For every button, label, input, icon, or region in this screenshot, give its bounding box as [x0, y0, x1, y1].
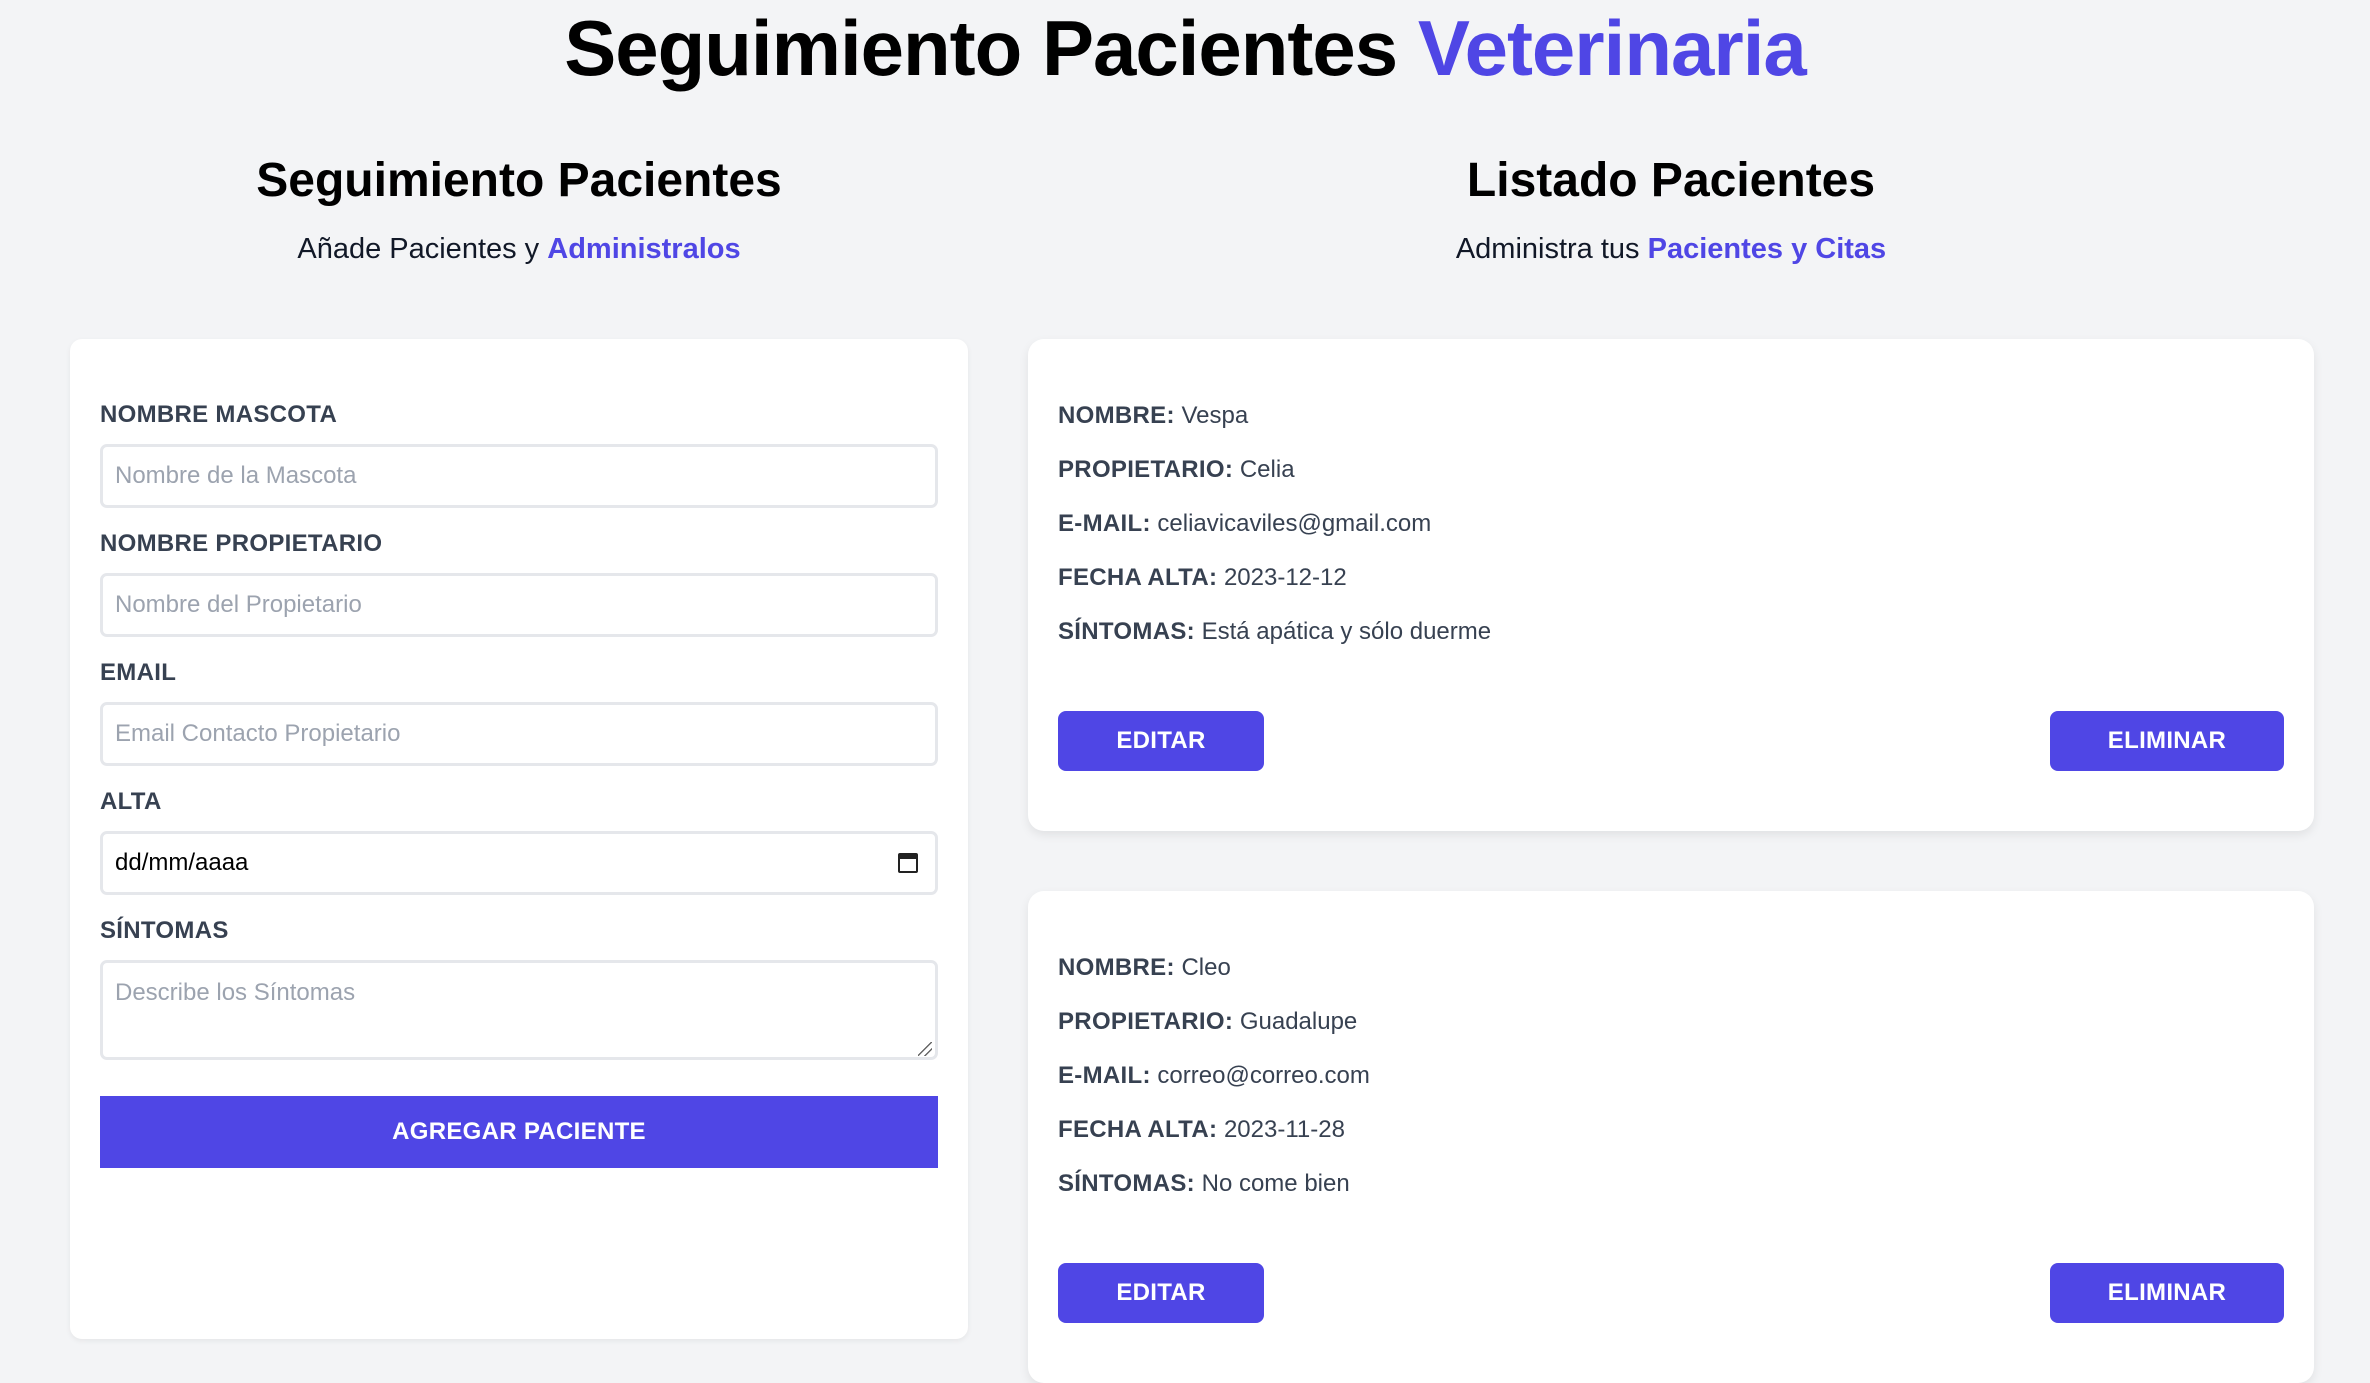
- patient-email-value: celiavicaviles@gmail.com: [1157, 510, 1432, 537]
- patient-date-label: FECHA ALTA:: [1058, 1116, 1218, 1143]
- patient-form: NOMBRE MASCOTA NOMBRE PROPIETARIO EMAIL …: [70, 339, 968, 1339]
- patient-name-value: Vespa: [1181, 402, 1249, 429]
- form-section-header: Seguimiento Pacientes Añade Pacientes y …: [70, 153, 968, 267]
- date-input[interactable]: [100, 831, 938, 895]
- patient-owner-label: PROPIETARIO:: [1058, 456, 1234, 483]
- patient-card-actions: EDITAR ELIMINAR: [1058, 1263, 2284, 1323]
- symptoms-wrapper: [100, 960, 938, 1060]
- page-title: Seguimiento Pacientes Veterinaria: [0, 2, 2370, 94]
- page-title-main: Seguimiento Pacientes: [564, 4, 1398, 92]
- patient-email-label: E-MAIL:: [1058, 1062, 1151, 1089]
- patient-name-row: NOMBRE: Cleo: [1058, 953, 2284, 983]
- list-section-header: Listado Pacientes Administra tus Pacient…: [1028, 153, 2314, 267]
- edit-button[interactable]: EDITAR: [1058, 1263, 1264, 1323]
- patient-name-label: NOMBRE:: [1058, 402, 1175, 429]
- patient-card: NOMBRE: Vespa PROPIETARIO: Celia E-MAIL:…: [1028, 339, 2314, 831]
- patient-owner-row: PROPIETARIO: Celia: [1058, 455, 2284, 485]
- list-section-heading: Listado Pacientes: [1466, 154, 1876, 207]
- patient-date-row: FECHA ALTA: 2023-11-28: [1058, 1115, 2284, 1145]
- patient-symptoms-value: Está apática y sólo duerme: [1201, 618, 1492, 645]
- owner-name-label: NOMBRE PROPIETARIO: [100, 530, 383, 557]
- pet-name-field: NOMBRE MASCOTA: [100, 401, 938, 508]
- calendar-icon[interactable]: [898, 853, 918, 873]
- email-input[interactable]: [100, 702, 938, 766]
- form-subtitle-text: Añade Pacientes y: [297, 233, 540, 265]
- patient-name-row: NOMBRE: Vespa: [1058, 401, 2284, 431]
- owner-name-field: NOMBRE PROPIETARIO: [100, 530, 938, 637]
- list-subtitle-text: Administra tus: [1455, 233, 1640, 265]
- delete-button[interactable]: ELIMINAR: [2050, 1263, 2284, 1323]
- patient-card-actions: EDITAR ELIMINAR: [1058, 711, 2284, 771]
- date-label: ALTA: [100, 788, 162, 815]
- patient-date-value: 2023-11-28: [1223, 1116, 1345, 1143]
- resize-handle-icon[interactable]: [918, 1042, 932, 1056]
- patient-email-value: correo@correo.com: [1157, 1062, 1370, 1089]
- patient-owner-value: Guadalupe: [1239, 1008, 1358, 1035]
- form-subtitle-accent: Administralos: [547, 233, 741, 265]
- patient-symptoms-value: No come bien: [1201, 1170, 1350, 1197]
- list-section-subtitle: Administra tus Pacientes y Citas: [1028, 231, 2314, 267]
- patient-date-value: 2023-12-12: [1223, 564, 1347, 591]
- patient-owner-value: Celia: [1239, 456, 1295, 483]
- form-section-heading: Seguimiento Pacientes: [256, 154, 782, 207]
- form-section-subtitle: Añade Pacientes y Administralos: [70, 231, 968, 267]
- patient-date-label: FECHA ALTA:: [1058, 564, 1218, 591]
- patient-name-value: Cleo: [1181, 954, 1231, 981]
- patient-card: NOMBRE: Cleo PROPIETARIO: Guadalupe E-MA…: [1028, 891, 2314, 1383]
- list-subtitle-accent: Pacientes y Citas: [1647, 233, 1887, 265]
- owner-name-input[interactable]: [100, 573, 938, 637]
- patient-date-row: FECHA ALTA: 2023-12-12: [1058, 563, 2284, 593]
- patient-owner-row: PROPIETARIO: Guadalupe: [1058, 1007, 2284, 1037]
- patient-name-label: NOMBRE:: [1058, 954, 1175, 981]
- patient-symptoms-row: SÍNTOMAS: Está apática y sólo duerme: [1058, 617, 2284, 647]
- patient-symptoms-label: SÍNTOMAS:: [1058, 618, 1195, 645]
- date-field: ALTA: [100, 788, 938, 895]
- email-field: EMAIL: [100, 659, 938, 766]
- patient-email-row: E-MAIL: correo@correo.com: [1058, 1061, 2284, 1091]
- patient-email-row: E-MAIL: celiavicaviles@gmail.com: [1058, 509, 2284, 539]
- patient-symptoms-row: SÍNTOMAS: No come bien: [1058, 1169, 2284, 1199]
- symptoms-textarea[interactable]: [100, 960, 938, 1060]
- patient-email-label: E-MAIL:: [1058, 510, 1151, 537]
- symptoms-field: SÍNTOMAS: [100, 917, 938, 1060]
- patient-symptoms-label: SÍNTOMAS:: [1058, 1170, 1195, 1197]
- email-label: EMAIL: [100, 659, 177, 686]
- pet-name-label: NOMBRE MASCOTA: [100, 401, 338, 428]
- pet-name-input[interactable]: [100, 444, 938, 508]
- edit-button[interactable]: EDITAR: [1058, 711, 1264, 771]
- add-patient-button[interactable]: AGREGAR PACIENTE: [100, 1096, 938, 1168]
- page-title-accent: Veterinaria: [1417, 4, 1807, 92]
- symptoms-label: SÍNTOMAS: [100, 917, 229, 944]
- patient-owner-label: PROPIETARIO:: [1058, 1008, 1234, 1035]
- date-input-wrapper: [100, 831, 938, 895]
- delete-button[interactable]: ELIMINAR: [2050, 711, 2284, 771]
